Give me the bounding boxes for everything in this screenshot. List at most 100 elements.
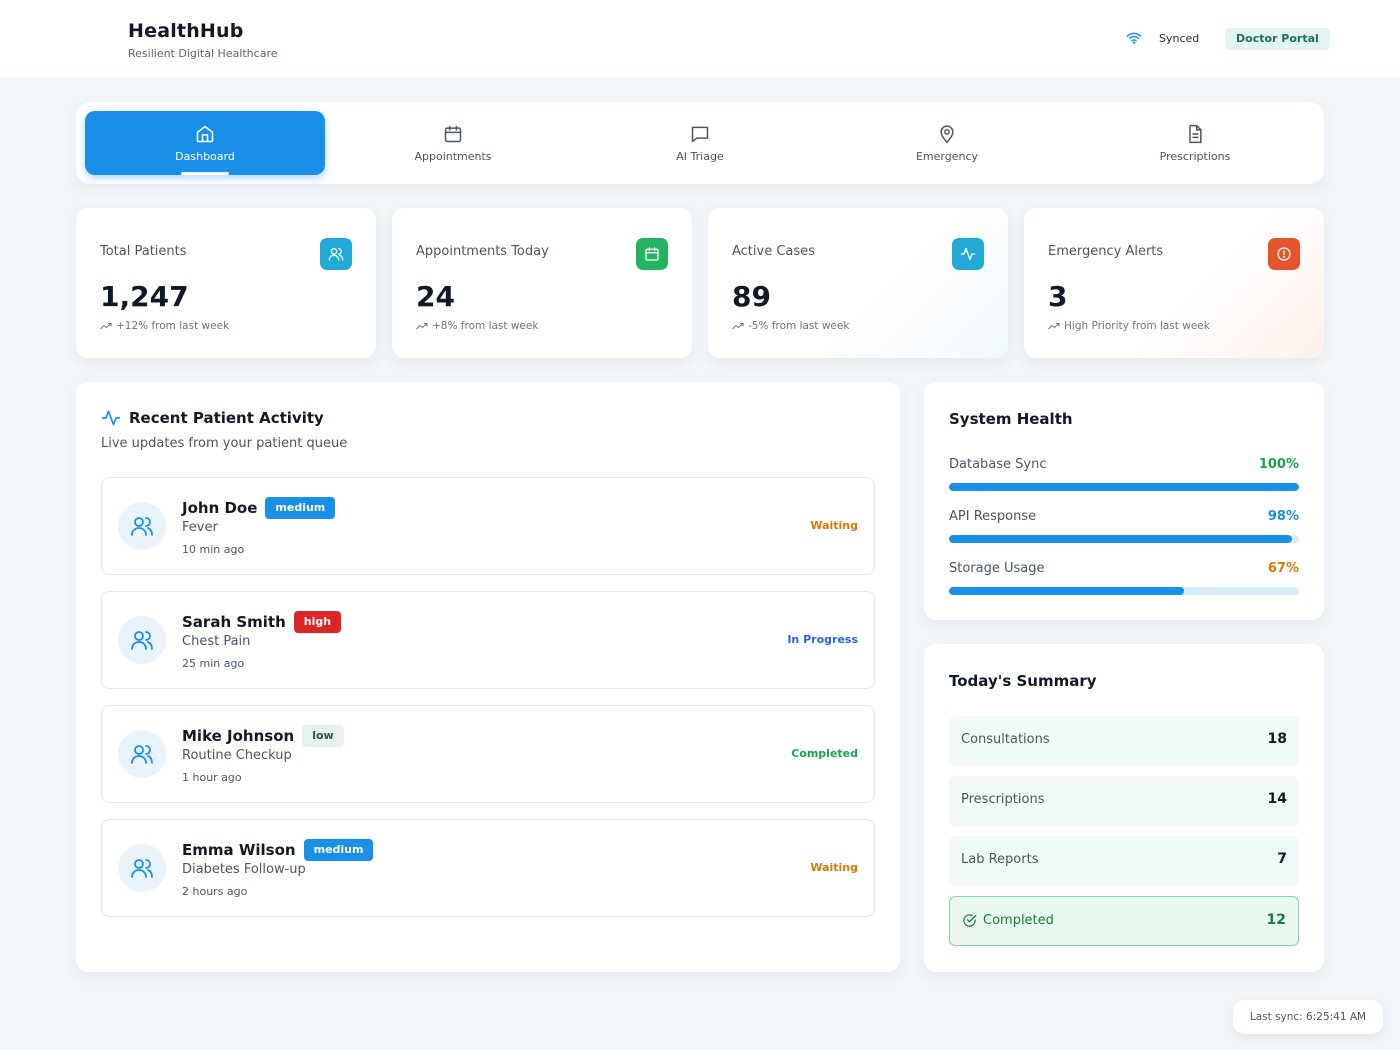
last-sync-toast: Last sync: 6:25:41 AM	[1233, 1000, 1383, 1034]
stat-title: Total Patients	[100, 244, 187, 259]
users-icon	[131, 517, 153, 536]
summary-label: Completed	[962, 913, 1054, 928]
stat-trend-text: +8% from last week	[432, 320, 539, 332]
summary-title: Today's Summary	[949, 672, 1097, 690]
map-pin-icon	[937, 124, 957, 144]
patient-name: Sarah Smith high	[182, 611, 342, 633]
patient-card[interactable]: Mike Johnson low Routine Checkup 1 hour …	[101, 705, 875, 803]
summary-value: 12	[1266, 912, 1286, 928]
tab-prescriptions[interactable]: Prescriptions	[1075, 111, 1315, 175]
app-subtitle: Resilient Digital Healthcare	[128, 47, 278, 60]
stat-trend: High Priority from last week	[1048, 320, 1210, 332]
patient-name-text: Emma Wilson	[182, 841, 296, 859]
metric-label: API Response	[949, 509, 1037, 524]
stat-card-active-cases[interactable]: Active Cases 89 -5% from last week	[708, 208, 1008, 358]
tab-emergency[interactable]: Emergency	[827, 111, 1067, 175]
patient-name-text: Mike Johnson	[182, 727, 295, 745]
health-metric-database-sync: Database Sync 100%	[949, 457, 1299, 491]
progress-fill	[949, 587, 1184, 595]
patient-time: 25 min ago	[182, 657, 245, 670]
summary-value: 14	[1267, 791, 1287, 807]
brand[interactable]: HealthHub Resilient Digital Healthcare	[128, 20, 278, 60]
patient-time: 10 min ago	[182, 543, 245, 556]
tab-dashboard[interactable]: Dashboard	[85, 111, 325, 175]
progress-track	[949, 587, 1299, 595]
summary-row-consultations[interactable]: Consultations 18	[949, 716, 1299, 766]
patient-card[interactable]: John Doe medium Fever 10 min ago Waiting	[101, 477, 875, 575]
stat-trend-text: +12% from last week	[116, 320, 230, 332]
portal-badge[interactable]: Doctor Portal	[1225, 28, 1330, 50]
tab-label: Prescriptions	[1159, 149, 1231, 163]
patient-name: John Doe medium	[182, 497, 336, 519]
active-indicator	[181, 172, 229, 175]
health-metric-api-response: API Response 98%	[949, 509, 1299, 543]
patient-condition: Diabetes Follow-up	[182, 862, 306, 877]
users-icon	[131, 859, 153, 878]
activity-icon	[952, 238, 984, 270]
tab-label: Dashboard	[175, 149, 235, 163]
activity-title: Recent Patient Activity	[129, 409, 324, 427]
message-square-icon	[690, 124, 710, 144]
stat-trend-text: High Priority from last week	[1064, 320, 1210, 332]
summary-row-prescriptions[interactable]: Prescriptions 14	[949, 776, 1299, 826]
tab-label: Appointments	[414, 149, 492, 163]
users-icon	[320, 238, 352, 270]
sync-status: Synced	[1159, 31, 1200, 45]
stat-trend-text: -5% from last week	[748, 320, 850, 332]
stat-value: 24	[416, 280, 455, 313]
avatar	[118, 616, 166, 664]
summary-label-text: Completed	[983, 913, 1054, 928]
patient-time: 1 hour ago	[182, 771, 242, 784]
stat-value: 1,247	[100, 280, 189, 313]
metric-value: 100%	[1258, 457, 1299, 472]
trending-icon	[416, 321, 428, 331]
metric-value: 67%	[1267, 561, 1299, 576]
app-header: HealthHub Resilient Digital Healthcare S…	[0, 0, 1400, 78]
tab-label: AI Triage	[676, 149, 724, 163]
alert-circle-icon	[1268, 238, 1300, 270]
patient-name: Emma Wilson medium	[182, 839, 374, 861]
users-icon	[131, 745, 153, 764]
stat-card-total-patients[interactable]: Total Patients 1,247 +12% from last week	[76, 208, 376, 358]
main-nav: Dashboard Appointments AI Triage Emergen…	[76, 102, 1324, 184]
patient-card[interactable]: Sarah Smith high Chest Pain 25 min ago I…	[101, 591, 875, 689]
tab-appointments[interactable]: Appointments	[333, 111, 573, 175]
patient-status: Completed	[791, 747, 858, 760]
avatar	[118, 730, 166, 778]
progress-track	[949, 483, 1299, 491]
summary-row-lab-reports[interactable]: Lab Reports 7	[949, 836, 1299, 886]
priority-badge: low	[302, 725, 344, 747]
tab-ai-triage[interactable]: AI Triage	[580, 111, 820, 175]
trending-icon	[732, 321, 744, 331]
stat-card-appointments-today[interactable]: Appointments Today 24 +8% from last week	[392, 208, 692, 358]
health-metric-storage-usage: Storage Usage 67%	[949, 561, 1299, 595]
patient-status: Waiting	[810, 519, 858, 532]
tab-label: Emergency	[915, 149, 979, 163]
priority-badge: medium	[265, 497, 336, 519]
summary-value: 18	[1267, 731, 1287, 747]
metric-label: Storage Usage	[949, 561, 1045, 576]
stat-value: 89	[732, 280, 771, 313]
patient-card[interactable]: Emma Wilson medium Diabetes Follow-up 2 …	[101, 819, 875, 917]
wifi-icon	[1126, 31, 1142, 45]
file-text-icon	[1185, 124, 1205, 144]
stat-trend: +8% from last week	[416, 320, 538, 332]
summary-label: Prescriptions	[961, 792, 1045, 807]
stat-title: Appointments Today	[416, 244, 549, 259]
patient-name-text: Sarah Smith	[182, 613, 286, 631]
users-icon	[131, 631, 153, 650]
calendar-icon	[443, 124, 463, 144]
stat-card-emergency-alerts[interactable]: Emergency Alerts 3 High Priority from la…	[1024, 208, 1324, 358]
stat-trend: +12% from last week	[100, 320, 229, 332]
system-health-panel: System Health Database Sync 100% API Res…	[924, 382, 1324, 620]
stat-title: Active Cases	[732, 244, 815, 259]
trending-icon	[100, 321, 112, 331]
patient-status: Waiting	[810, 861, 858, 874]
patient-status: In Progress	[787, 633, 858, 646]
stat-value: 3	[1048, 280, 1068, 313]
patient-name: Mike Johnson low	[182, 725, 344, 747]
avatar	[118, 502, 166, 550]
stat-title: Emergency Alerts	[1048, 244, 1164, 259]
progress-track	[949, 535, 1299, 543]
summary-row-completed[interactable]: Completed 12	[949, 896, 1299, 946]
